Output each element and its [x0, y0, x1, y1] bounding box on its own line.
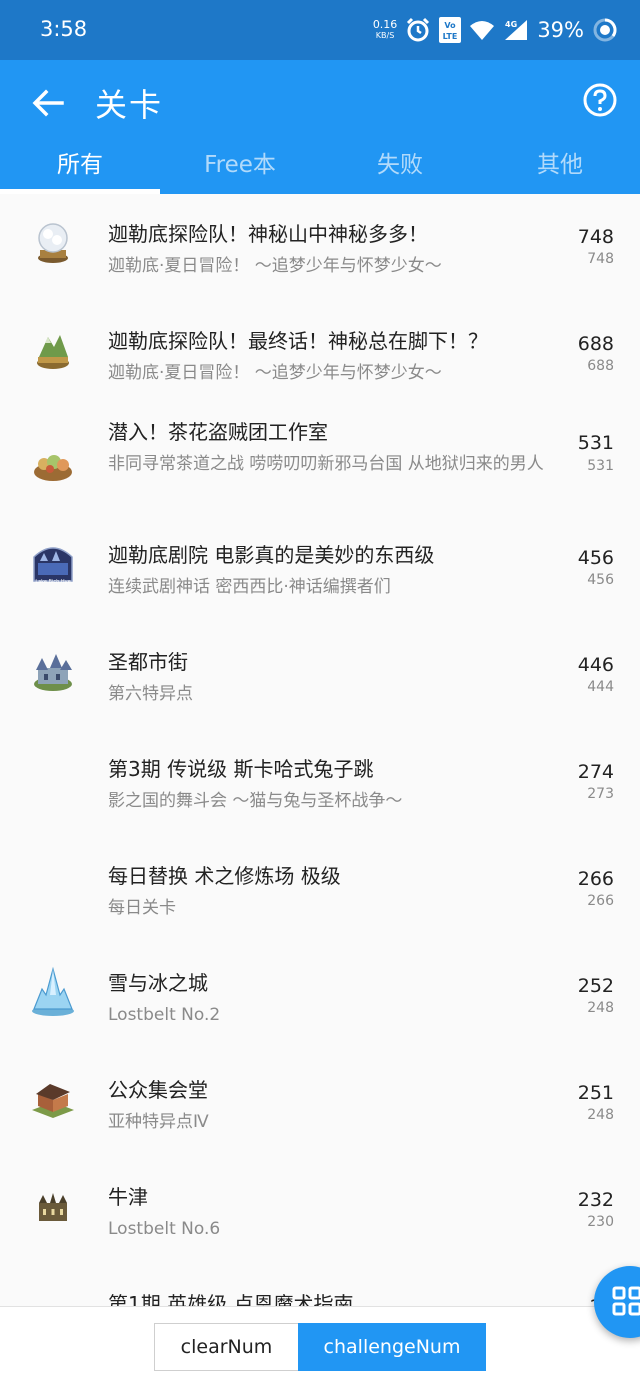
clear-num: 248: [587, 1107, 614, 1123]
list-item[interactable]: 每日替换 术之修炼场 极级 每日关卡 266 266: [0, 836, 640, 943]
challenge-num: 251: [577, 1082, 614, 1104]
challenge-num: 446: [577, 654, 614, 676]
quest-title: 每日替换 术之修炼场 极级: [108, 864, 341, 888]
bottom-toggle-bar: clearNum challengeNum: [0, 1306, 640, 1387]
quest-subtitle: 每日关卡: [108, 898, 176, 918]
list-item[interactable]: 潜入！茶花盗贼团工作室 非同寻常茶道之战 唠唠叨叨新邪马台国 从地狱归来的男人 …: [0, 408, 640, 515]
food-basket-icon: [34, 455, 72, 481]
challenge-num: 688: [577, 333, 614, 355]
challenge-num: 232: [577, 1189, 614, 1211]
quest-subtitle: 迦勒底·夏日冒险！ ～追梦少年与怀梦少女～: [108, 256, 442, 276]
ice-castle-icon: [32, 966, 74, 1016]
list-item[interactable]: 雪与冰之城 Lostbelt No.2 252 248: [0, 943, 640, 1050]
challenge-num: 531: [577, 432, 614, 454]
status-bar: 3:58 0.16 KB/S Vo LTE 4G 39%: [0, 0, 640, 60]
network-speed-unit: KB/S: [375, 31, 395, 40]
quest-title: 公众集会堂: [108, 1078, 208, 1102]
signal-icon: 4G: [505, 20, 528, 40]
list-item[interactable]: 牛津 Lostbelt No.6 232 230: [0, 1157, 640, 1264]
list-item[interactable]: 迦勒底探险队！神秘山中神秘多多！ 迦勒底·夏日冒险！ ～追梦少年与怀梦少女～ 7…: [0, 194, 640, 301]
help-icon[interactable]: [582, 82, 618, 118]
list-item[interactable]: Lake Bich Hye 迦勒底剧院 电影真的是美妙的东西级 连续武剧神话 密…: [0, 515, 640, 622]
quest-title: 圣都市街: [108, 650, 188, 674]
tab-free[interactable]: Free本: [160, 146, 320, 194]
quest-title: 牛津: [108, 1185, 148, 1209]
quest-subtitle: 迦勒底·夏日冒险！ ～追梦少年与怀梦少女～: [108, 363, 442, 383]
clear-num: 456: [587, 572, 614, 588]
hall-building-icon: [32, 1084, 74, 1118]
tab-failed[interactable]: 失败: [320, 146, 480, 194]
quest-title: 迦勒底探险队！最终话！神秘总在脚下！？: [108, 329, 488, 353]
quest-list[interactable]: 迦勒底探险队！神秘山中神秘多多！ 迦勒底·夏日冒险！ ～追梦少年与怀梦少女～ 7…: [0, 194, 640, 1306]
clear-num: 531: [587, 458, 614, 474]
quest-title: 第1期 英雄级 卢恩魔术指南: [108, 1292, 354, 1306]
clear-num: 230: [587, 1214, 614, 1230]
quest-title: 第3期 传说级 斯卡哈式兔子跳: [108, 757, 374, 781]
quest-subtitle: 连续武剧神话 密西西比·神话编撰者们: [108, 577, 391, 597]
clear-num: 248: [587, 1000, 614, 1016]
quest-subtitle: 亚种特异点Ⅳ: [108, 1112, 209, 1132]
quest-subtitle: 非同寻常茶道之战 唠唠叨叨新邪马台国 从地狱归来的男人: [108, 454, 544, 474]
status-time: 3:58: [40, 17, 88, 41]
arrow-back-icon[interactable]: [28, 83, 68, 123]
battery-percent: 39%: [537, 18, 584, 42]
challenge-num-toggle[interactable]: challengeNum: [298, 1323, 486, 1371]
clear-num-toggle[interactable]: clearNum: [154, 1323, 298, 1371]
challenge-num: 266: [577, 868, 614, 890]
tab-all[interactable]: 所有: [0, 146, 160, 194]
challenge-num: 748: [577, 226, 614, 248]
clear-num: 748: [587, 251, 614, 267]
volte-icon: Vo LTE: [439, 17, 462, 43]
mountain-island-icon: [37, 335, 69, 369]
list-item[interactable]: 圣都市街 第六特异点 446 444: [0, 622, 640, 729]
wifi-icon: [470, 21, 495, 40]
alarm-icon: [407, 17, 430, 42]
grid-menu-button[interactable]: [594, 1266, 640, 1338]
tab-bar: 所有 Free本 失败 其他: [0, 146, 640, 194]
theater-sign-label: Lake Bich Hye: [35, 579, 70, 585]
quest-title: 迦勒底探险队！神秘山中神秘多多！: [108, 222, 428, 246]
quest-title: 迦勒底剧院 电影真的是美妙的东西级: [108, 543, 435, 567]
svg-text:4G: 4G: [505, 20, 517, 29]
challenge-num: 252: [577, 975, 614, 997]
network-speed: 0.16 KB/S: [373, 19, 398, 41]
snow-globe-icon: [38, 223, 68, 263]
quest-title: 雪与冰之城: [108, 971, 208, 995]
battery-icon: [593, 18, 617, 42]
challenge-num: 274: [577, 761, 614, 783]
list-item[interactable]: 第1期 英雄级 卢恩魔术指南 22: [0, 1264, 640, 1306]
list-item[interactable]: 公众集会堂 亚种特异点Ⅳ 251 248: [0, 1050, 640, 1157]
oxford-building-icon: [39, 1193, 67, 1221]
quest-subtitle: Lostbelt No.6: [108, 1219, 221, 1239]
network-speed-value: 0.16: [372, 18, 398, 31]
clear-num: 266: [587, 893, 614, 909]
quest-title: 潜入！茶花盗贼团工作室: [108, 420, 328, 444]
theater-sign-icon: Lake Bich Hye: [33, 547, 73, 585]
list-item[interactable]: 迦勒底探险队！最终话！神秘总在脚下！？ 迦勒底·夏日冒险！ ～追梦少年与怀梦少女…: [0, 301, 640, 408]
tab-other[interactable]: 其他: [480, 146, 640, 194]
app-bar: 关卡 所有 Free本 失败 其他: [0, 60, 640, 194]
svg-text:Vo: Vo: [445, 21, 457, 30]
svg-text:LTE: LTE: [443, 32, 458, 41]
list-item[interactable]: 第3期 传说级 斯卡哈式兔子跳 影之国的舞斗会 ～猫与兔与圣杯战争～ 274 2…: [0, 729, 640, 836]
quest-subtitle: 第六特异点: [108, 684, 193, 704]
challenge-num: 456: [577, 547, 614, 569]
castle-city-icon: [34, 654, 72, 691]
quest-subtitle: Lostbelt No.2: [108, 1005, 221, 1025]
clear-num: 688: [587, 358, 614, 374]
clear-num: 273: [587, 786, 614, 802]
grid-icon: [612, 1286, 640, 1316]
quest-subtitle: 影之国的舞斗会 ～猫与兔与圣杯战争～: [108, 791, 403, 811]
page-title: 关卡: [95, 86, 164, 124]
clear-num: 444: [587, 679, 614, 695]
status-icons: 0.16 KB/S Vo LTE 4G 39%: [373, 14, 618, 46]
